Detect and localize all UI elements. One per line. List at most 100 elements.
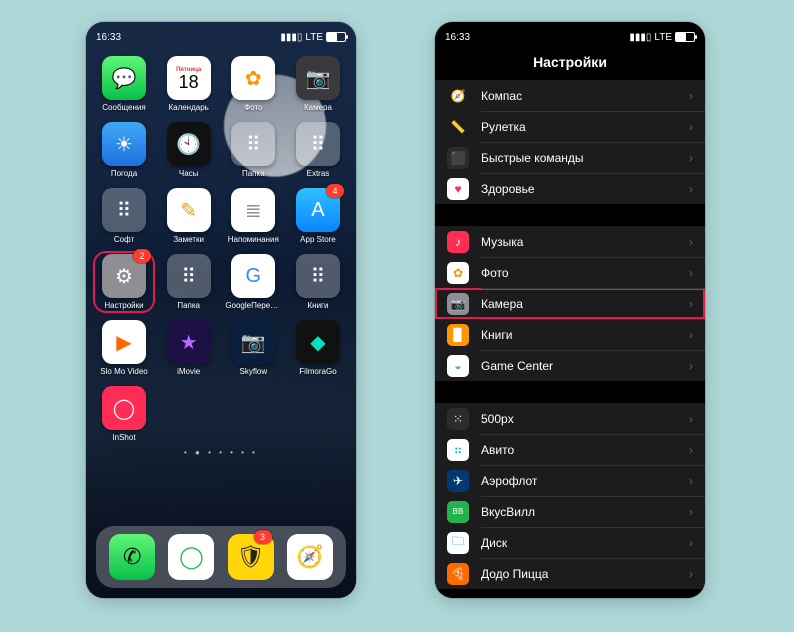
row-label: Здоровье — [481, 182, 689, 196]
settings-list[interactable]: 🧭Компас›📏Рулетка›⬛Быстрые команды›♥Здоро… — [435, 80, 705, 598]
status-right: ▮▮▮▯ LTE — [280, 32, 346, 43]
app-софт[interactable]: ⠿ Софт — [96, 188, 152, 244]
app-icon: ⠿ — [167, 254, 211, 298]
settings-row-аэрофлот[interactable]: ✈Аэрофлот› — [435, 465, 705, 496]
settings-screen: 16:33 ▮▮▮▯ LTE Настройки 🧭Компас›📏Рулетк… — [435, 22, 705, 598]
app-настройки[interactable]: ⚙2Настройки — [95, 253, 153, 311]
dock-icon: 🧭 — [287, 534, 333, 580]
row-label: Музыка — [481, 235, 689, 249]
app-label: Софт — [96, 235, 152, 244]
dock-app-safari[interactable]: 🧭 — [287, 534, 333, 580]
app-extras[interactable]: ⠿Extras — [290, 122, 346, 178]
signal-icon: ▮▮▮▯ — [629, 32, 651, 43]
page-dots[interactable]: • ● • • • • • — [86, 448, 356, 457]
app-label: Камера — [290, 103, 346, 112]
settings-row-500px[interactable]: ⁙500px› — [435, 403, 705, 434]
row-label: Авито — [481, 443, 689, 457]
app-label: App Store — [290, 235, 346, 244]
row-label: ВкусВилл — [481, 505, 689, 519]
row-icon: 📏 — [447, 116, 469, 138]
app-label: Календарь — [161, 103, 217, 112]
settings-group: ⁙500px›⠶Авито›✈Аэрофлот›BBВкусВилл›🗀Диск… — [435, 403, 705, 589]
row-icon: ♥ — [447, 178, 469, 200]
app-календарь[interactable]: Пятница18 Календарь — [161, 56, 217, 112]
app-книги[interactable]: ⠿Книги — [290, 254, 346, 310]
settings-row-авито[interactable]: ⠶Авито› — [435, 434, 705, 465]
settings-row-диск[interactable]: 🗀Диск› — [435, 527, 705, 558]
app-imovie[interactable]: ★iMovie — [161, 320, 217, 376]
row-label: Game Center — [481, 359, 689, 373]
app-icon: ◯ — [102, 386, 146, 430]
row-label: Книги — [481, 328, 689, 342]
app-напоминания[interactable]: ≣Напоминания — [225, 188, 281, 244]
status-time: 16:33 — [96, 32, 121, 43]
dock-app-phone[interactable]: ✆ — [109, 534, 155, 580]
app-label: Slo Mo Video — [96, 367, 152, 376]
app-skyflow[interactable]: 📷 Skyflow — [225, 320, 281, 376]
chevron-icon: › — [689, 505, 693, 519]
app-папка[interactable]: ⠿Папка — [161, 254, 217, 310]
app-label: Skyflow — [225, 367, 281, 376]
settings-row-вкусвилл[interactable]: BB ВкусВилл› — [435, 496, 705, 527]
dock-app-circle[interactable]: ◯ — [168, 534, 214, 580]
app-icon: ✎ — [167, 188, 211, 232]
app-погода[interactable]: ☀Погода — [96, 122, 152, 178]
app-slo mo video[interactable]: ▶Slo Mo Video — [96, 320, 152, 376]
app-icon: ☀ — [102, 122, 146, 166]
dock-icon: ✆ — [109, 534, 155, 580]
app-label: Заметки — [161, 235, 217, 244]
dock-app-tinkoff[interactable]: 🛡3 — [228, 534, 274, 580]
row-icon: ♪ — [447, 231, 469, 253]
app-googleперев…[interactable]: GGoogleПерев… — [225, 254, 281, 310]
app-icon: Пятница18 — [167, 56, 211, 100]
app-label: iMovie — [161, 367, 217, 376]
settings-row-здоровье[interactable]: ♥Здоровье› — [435, 173, 705, 204]
settings-row-game center[interactable]: ◒Game Center› — [435, 350, 705, 381]
battery-icon — [326, 32, 346, 42]
chevron-icon: › — [689, 536, 693, 550]
battery-icon — [675, 32, 695, 42]
app-icon: ⠿ — [102, 188, 146, 232]
settings-row-быстрые команды[interactable]: ⬛Быстрые команды› — [435, 142, 705, 173]
settings-row-додо пицца[interactable]: 🍕Додо Пицца› — [435, 558, 705, 589]
app-icon: ⠿ — [296, 254, 340, 298]
app-фото[interactable]: ✿ Фото — [225, 56, 281, 112]
home-screen[interactable]: 16:33 ▮▮▮▯ LTE 💬Сообщения Пятница18 Календ… — [86, 22, 356, 598]
app-icon: 📷 — [231, 320, 275, 364]
chevron-icon: › — [689, 151, 693, 165]
row-label: Компас — [481, 89, 689, 103]
app-filmorago[interactable]: ◆FilmoraGo — [290, 320, 346, 376]
badge: 2 — [133, 249, 151, 263]
chevron-icon: › — [689, 328, 693, 342]
row-icon: 🗀 — [447, 532, 469, 554]
app-icon: G — [231, 254, 275, 298]
app-label: Часы — [161, 169, 217, 178]
chevron-icon: › — [689, 359, 693, 373]
app-камера[interactable]: 📷Камера — [290, 56, 346, 112]
chevron-icon: › — [689, 412, 693, 426]
app-часы[interactable]: 🕙Часы — [161, 122, 217, 178]
row-label: Рулетка — [481, 120, 689, 134]
app-inshot[interactable]: ◯InShot — [96, 386, 152, 442]
app-label: Фото — [225, 103, 281, 112]
row-icon: 🧭 — [447, 85, 469, 107]
settings-row-компас[interactable]: 🧭Компас› — [435, 80, 705, 111]
chevron-icon: › — [689, 443, 693, 457]
settings-row-книги[interactable]: ▉Книги› — [435, 319, 705, 350]
settings-row-музыка[interactable]: ♪ Музыка› — [435, 226, 705, 257]
app-app store[interactable]: A4App Store — [290, 188, 346, 244]
app-icon: ⠿ — [231, 122, 275, 166]
row-label: Камера — [481, 297, 689, 311]
app-заметки[interactable]: ✎ Заметки — [161, 188, 217, 244]
row-icon: BB — [447, 501, 469, 523]
settings-row-камера[interactable]: 📷Камера› — [435, 288, 705, 319]
app-сообщения[interactable]: 💬Сообщения — [96, 56, 152, 112]
status-bar: 16:33 ▮▮▮▯ LTE — [435, 22, 705, 48]
chevron-icon: › — [689, 235, 693, 249]
settings-row-рулетка[interactable]: 📏Рулетка› — [435, 111, 705, 142]
app-папка[interactable]: ⠿Папка — [225, 122, 281, 178]
app-label: Напоминания — [225, 235, 281, 244]
row-label: 500px — [481, 412, 689, 426]
app-icon: ✿ — [231, 56, 275, 100]
settings-row-фото[interactable]: ✿Фото› — [435, 257, 705, 288]
